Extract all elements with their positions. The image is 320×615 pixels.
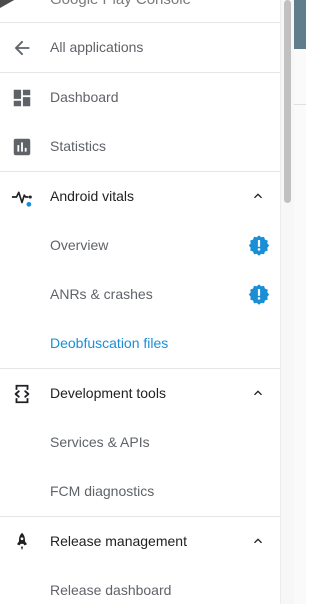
chevron-up-icon[interactable] xyxy=(250,188,266,204)
alert-badge-icon xyxy=(248,284,270,305)
nav-subitem-label: Overview xyxy=(50,237,109,253)
main-content-edge xyxy=(294,0,306,604)
dev-tools-icon xyxy=(14,384,30,404)
top-app-bar: Google Play Console xyxy=(0,0,280,23)
nav-subitem-deobfuscation-files[interactable]: Deobfuscation files xyxy=(0,319,280,369)
nav-subitem-label: Deobfuscation files xyxy=(50,335,169,351)
nav-section-release-management[interactable]: Release management xyxy=(0,517,280,566)
nav-subitem-label: ANRs & crashes xyxy=(50,286,153,302)
nav-subitem-release-dashboard[interactable]: Release dashboard xyxy=(0,566,280,615)
nav-item-all-applications[interactable]: All applications xyxy=(0,23,280,73)
nav-subitem-label: FCM diagnostics xyxy=(50,483,155,499)
nav-section-android-vitals[interactable]: Android vitals xyxy=(0,172,280,221)
chevron-up-icon[interactable] xyxy=(250,533,266,549)
nav-item-dashboard[interactable]: Dashboard xyxy=(0,73,280,122)
nav-subitem-label: Services & APIs xyxy=(50,434,150,450)
dashboard-icon xyxy=(13,89,31,107)
nav-subitem-fcm-diagnostics[interactable]: FCM diagnostics xyxy=(0,467,280,517)
arrow-left-icon xyxy=(14,40,30,56)
vitals-pulse-icon xyxy=(11,191,32,207)
side-navigation: All applications Dashboard Statistics An… xyxy=(0,23,280,615)
nav-section-label: Release management xyxy=(50,533,187,549)
nav-subitem-label: Release dashboard xyxy=(50,582,172,598)
nav-subitem-services-apis[interactable]: Services & APIs xyxy=(0,418,280,467)
nav-subitem-overview[interactable]: Overview xyxy=(0,221,280,270)
nav-section-label: Development tools xyxy=(50,385,166,401)
app-header-band xyxy=(294,0,306,49)
alert-badge-icon xyxy=(248,235,270,256)
divider xyxy=(294,104,306,105)
nav-item-label: Statistics xyxy=(50,138,107,154)
nav-item-label: All applications xyxy=(50,39,144,55)
nav-item-label: Dashboard xyxy=(50,89,119,105)
nav-section-development-tools[interactable]: Development tools xyxy=(0,369,280,418)
nav-subitem-anrs-crashes[interactable]: ANRs & crashes xyxy=(0,270,280,319)
rocket-icon xyxy=(16,532,28,551)
nav-item-statistics[interactable]: Statistics xyxy=(0,122,280,172)
nav-section-label: Android vitals xyxy=(50,188,135,204)
app-title: Google Play Console xyxy=(50,0,191,8)
play-console-logo xyxy=(0,0,16,8)
bar-chart-icon xyxy=(13,138,31,156)
scrollbar-thumb[interactable] xyxy=(284,0,291,203)
chevron-up-icon[interactable] xyxy=(250,385,266,401)
sidebar-scrollbar[interactable] xyxy=(280,0,294,604)
